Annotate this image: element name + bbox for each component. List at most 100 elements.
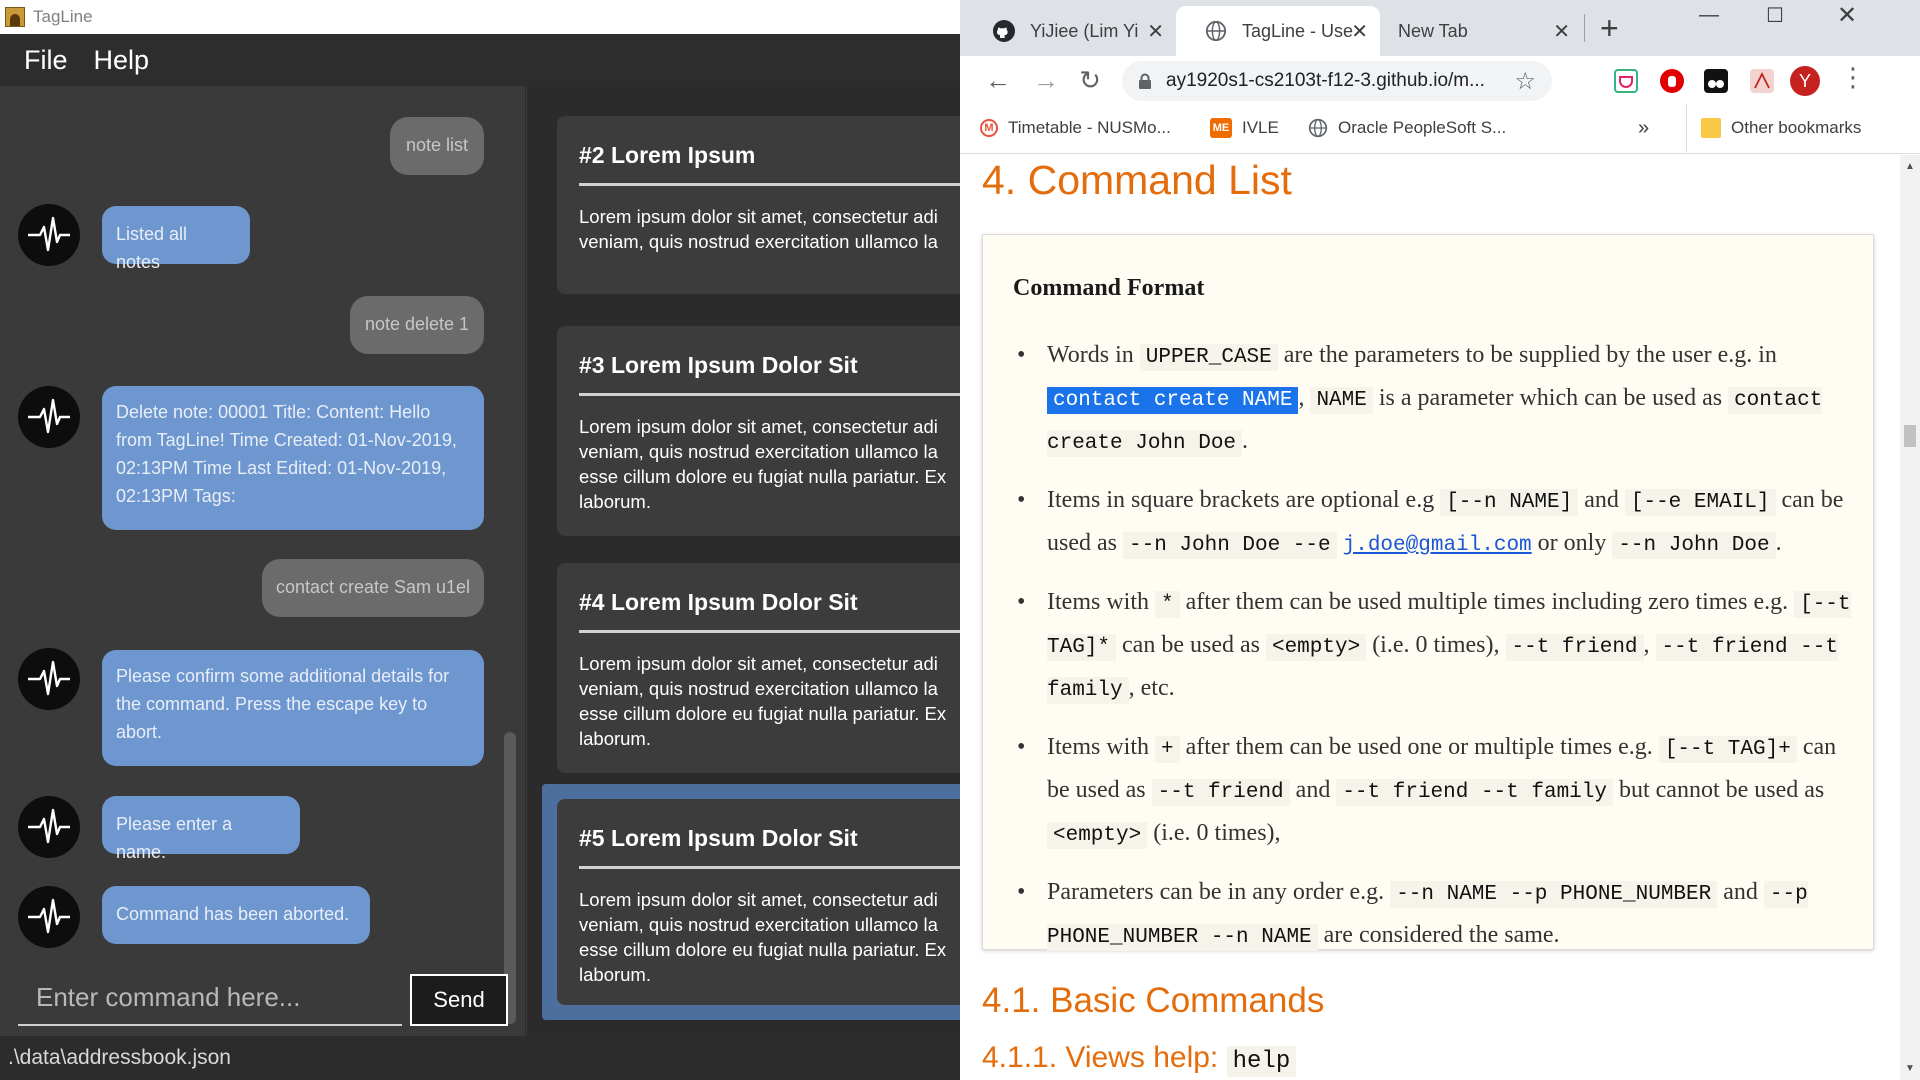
rule-item: Items in square brackets are optional e.… (1013, 480, 1863, 566)
section-heading-views-help: 4.1.1. Views help: help (982, 1041, 1297, 1077)
tab-strip: YiJiee (Lim Yi ✕ TagLine - Use ✕ New Tab… (960, 0, 1920, 56)
storage-path: .\data\addressbook.json (8, 1046, 231, 1069)
scrollbar-thumb[interactable] (1904, 425, 1916, 447)
note-title: #4 Lorem Ipsum Dolor Sit (579, 589, 858, 615)
minimize-icon[interactable]: — (1676, 0, 1742, 30)
note-card[interactable]: #4 Lorem Ipsum Dolor Sit Lorem ipsum dol… (557, 563, 960, 773)
help-code: help (1226, 1046, 1297, 1077)
lock-icon (1138, 73, 1152, 89)
profile-avatar[interactable]: Y (1790, 66, 1820, 96)
pdf-extension-icon[interactable] (1750, 69, 1774, 93)
note-content: Lorem ipsum dolor sit amet, consectetur … (579, 887, 960, 987)
command-input[interactable] (18, 970, 402, 1026)
bookmark-item[interactable]: ME IVLE (1210, 104, 1279, 152)
note-content: Lorem ipsum dolor sit amet, consectetur … (579, 651, 960, 751)
bookmark-item[interactable]: M Timetable - NUSMo... (980, 104, 1171, 152)
forward-arrow-icon[interactable]: → (1030, 64, 1062, 96)
menu-file[interactable]: File (24, 45, 68, 76)
page-scrollbar[interactable]: ▲ ▼ (1900, 155, 1920, 1080)
note-divider (579, 393, 960, 396)
tab-label: YiJiee (Lim Yi (1030, 20, 1139, 41)
adblock-extension-icon[interactable] (1660, 69, 1684, 93)
note-title: #2 Lorem Ipsum (579, 142, 756, 168)
other-bookmarks-label: Other bookmarks (1731, 118, 1862, 137)
browser-toolbar: ← → ↻ ay1920s1-cs2103t-f12-3.github.io/m… (960, 56, 1920, 104)
tab-github[interactable]: YiJiee (Lim Yi ✕ (964, 6, 1176, 56)
bookmark-label: Oracle PeopleSoft S... (1338, 118, 1507, 137)
note-line: veniam, quis nostrud exercitation ullamc… (579, 914, 938, 935)
close-window-icon[interactable]: ✕ (1814, 0, 1880, 30)
note-divider (579, 630, 960, 633)
github-icon (992, 19, 1016, 43)
tampermonkey-extension-icon[interactable] (1704, 69, 1728, 93)
note-divider (579, 866, 960, 869)
app-title: TagLine (33, 7, 93, 26)
note-card[interactable]: #2 Lorem Ipsum Lorem ipsum dolor sit ame… (557, 116, 960, 294)
heartbeat-icon (28, 808, 70, 844)
url-text: ay1920s1-cs2103t-f12-3.github.io/m... (1166, 70, 1485, 91)
selected-text[interactable]: contact create NAME (1047, 387, 1299, 414)
send-button[interactable]: Send (410, 974, 508, 1026)
reload-icon[interactable]: ↻ (1074, 64, 1106, 96)
tab-label: New Tab (1398, 20, 1468, 41)
scroll-down-arrow-icon[interactable]: ▼ (1905, 1063, 1915, 1074)
rule-item: Items with + after them can be used one … (1013, 727, 1863, 856)
notes-pane: #2 Lorem Ipsum Lorem ipsum dolor sit ame… (527, 86, 960, 1036)
menu-help[interactable]: Help (94, 45, 150, 76)
status-bar: .\data\addressbook.json (0, 1036, 960, 1080)
bot-message: Please confirm some additional details f… (102, 650, 484, 766)
note-line: esse cillum dolore eu fugiat nulla paria… (579, 466, 947, 487)
tab-tagline[interactable]: TagLine - Use ✕ (1176, 6, 1380, 56)
maximize-icon[interactable]: ☐ (1742, 0, 1808, 30)
rule-item: Items with * after them can be used mult… (1013, 582, 1863, 711)
browser-window: YiJiee (Lim Yi ✕ TagLine - Use ✕ New Tab… (960, 0, 1920, 1080)
note-card-selected[interactable]: #5 Lorem Ipsum Dolor Sit Lorem ipsum dol… (557, 799, 960, 1005)
back-arrow-icon[interactable]: ← (982, 64, 1014, 96)
user-message: note delete 1 (350, 296, 484, 354)
email-link[interactable]: j.doe@gmail.com (1343, 534, 1532, 557)
rule-item: Parameters can be in any order e.g. --n … (1013, 872, 1863, 958)
note-line: laborum. (579, 964, 651, 985)
close-tab-icon[interactable]: ✕ (1147, 19, 1164, 44)
section-heading-command-list: 4. Command List (982, 157, 1292, 203)
note-line: esse cillum dolore eu fugiat nulla paria… (579, 939, 947, 960)
chat-pane: note list Listed all notes note delete 1… (0, 86, 526, 1036)
command-format-box: Command Format Words in UPPER_CASE are t… (982, 234, 1874, 951)
bookmark-label: IVLE (1242, 118, 1279, 137)
globe-icon (1308, 118, 1328, 138)
bookmark-star-icon[interactable]: ☆ (1514, 67, 1536, 96)
scroll-up-arrow-icon[interactable]: ▲ (1905, 161, 1915, 172)
bot-avatar (18, 386, 80, 448)
folder-icon (1701, 118, 1721, 138)
chrome-menu-icon[interactable]: ⋮ (1840, 62, 1866, 93)
bookmarks-overflow[interactable]: » (1638, 104, 1649, 152)
format-rules-list: Words in UPPER_CASE are the parameters t… (1013, 335, 1863, 974)
close-tab-icon[interactable]: ✕ (1351, 19, 1368, 44)
other-bookmarks[interactable]: Other bookmarks (1686, 104, 1861, 152)
rule-item: Words in UPPER_CASE are the parameters t… (1013, 335, 1863, 464)
address-bar[interactable]: ay1920s1-cs2103t-f12-3.github.io/m... ☆ (1122, 61, 1552, 101)
close-tab-icon[interactable]: ✕ (1553, 19, 1570, 44)
bookmark-item[interactable]: Oracle PeopleSoft S... (1308, 104, 1506, 152)
note-line: veniam, quis nostrud exercitation ullamc… (579, 678, 938, 699)
tab-new-tab[interactable]: New Tab ✕ (1380, 6, 1582, 56)
user-message: contact create Sam u1el (262, 559, 484, 617)
note-line: laborum. (579, 728, 651, 749)
tab-label: TagLine - Use (1242, 20, 1354, 41)
bot-message: Command has been aborted. (102, 886, 370, 944)
nusmods-icon: M (980, 119, 998, 137)
bookmarks-bar: M Timetable - NUSMo... ME IVLE Oracle Pe… (960, 104, 1920, 154)
views-help-label: 4.1.1. Views help: (982, 1041, 1219, 1074)
new-tab-plus-icon[interactable]: + (1600, 10, 1619, 47)
bot-avatar (18, 796, 80, 858)
heartbeat-icon (28, 660, 70, 696)
globe-icon (1204, 19, 1228, 43)
bookmark-label: Timetable - NUSMo... (1008, 118, 1171, 137)
pocket-extension-icon[interactable] (1614, 69, 1638, 93)
section-heading-basic-commands: 4.1. Basic Commands (982, 981, 1325, 1020)
note-card[interactable]: #3 Lorem Ipsum Dolor Sit Lorem ipsum dol… (557, 326, 960, 536)
doc-page: 4. Command List Command Format Words in … (960, 155, 1900, 1080)
bot-avatar (18, 886, 80, 948)
bot-message: Delete note: 00001 Title: Content: Hello… (102, 386, 484, 530)
note-line: Lorem ipsum dolor sit amet, consectetur … (579, 416, 938, 437)
